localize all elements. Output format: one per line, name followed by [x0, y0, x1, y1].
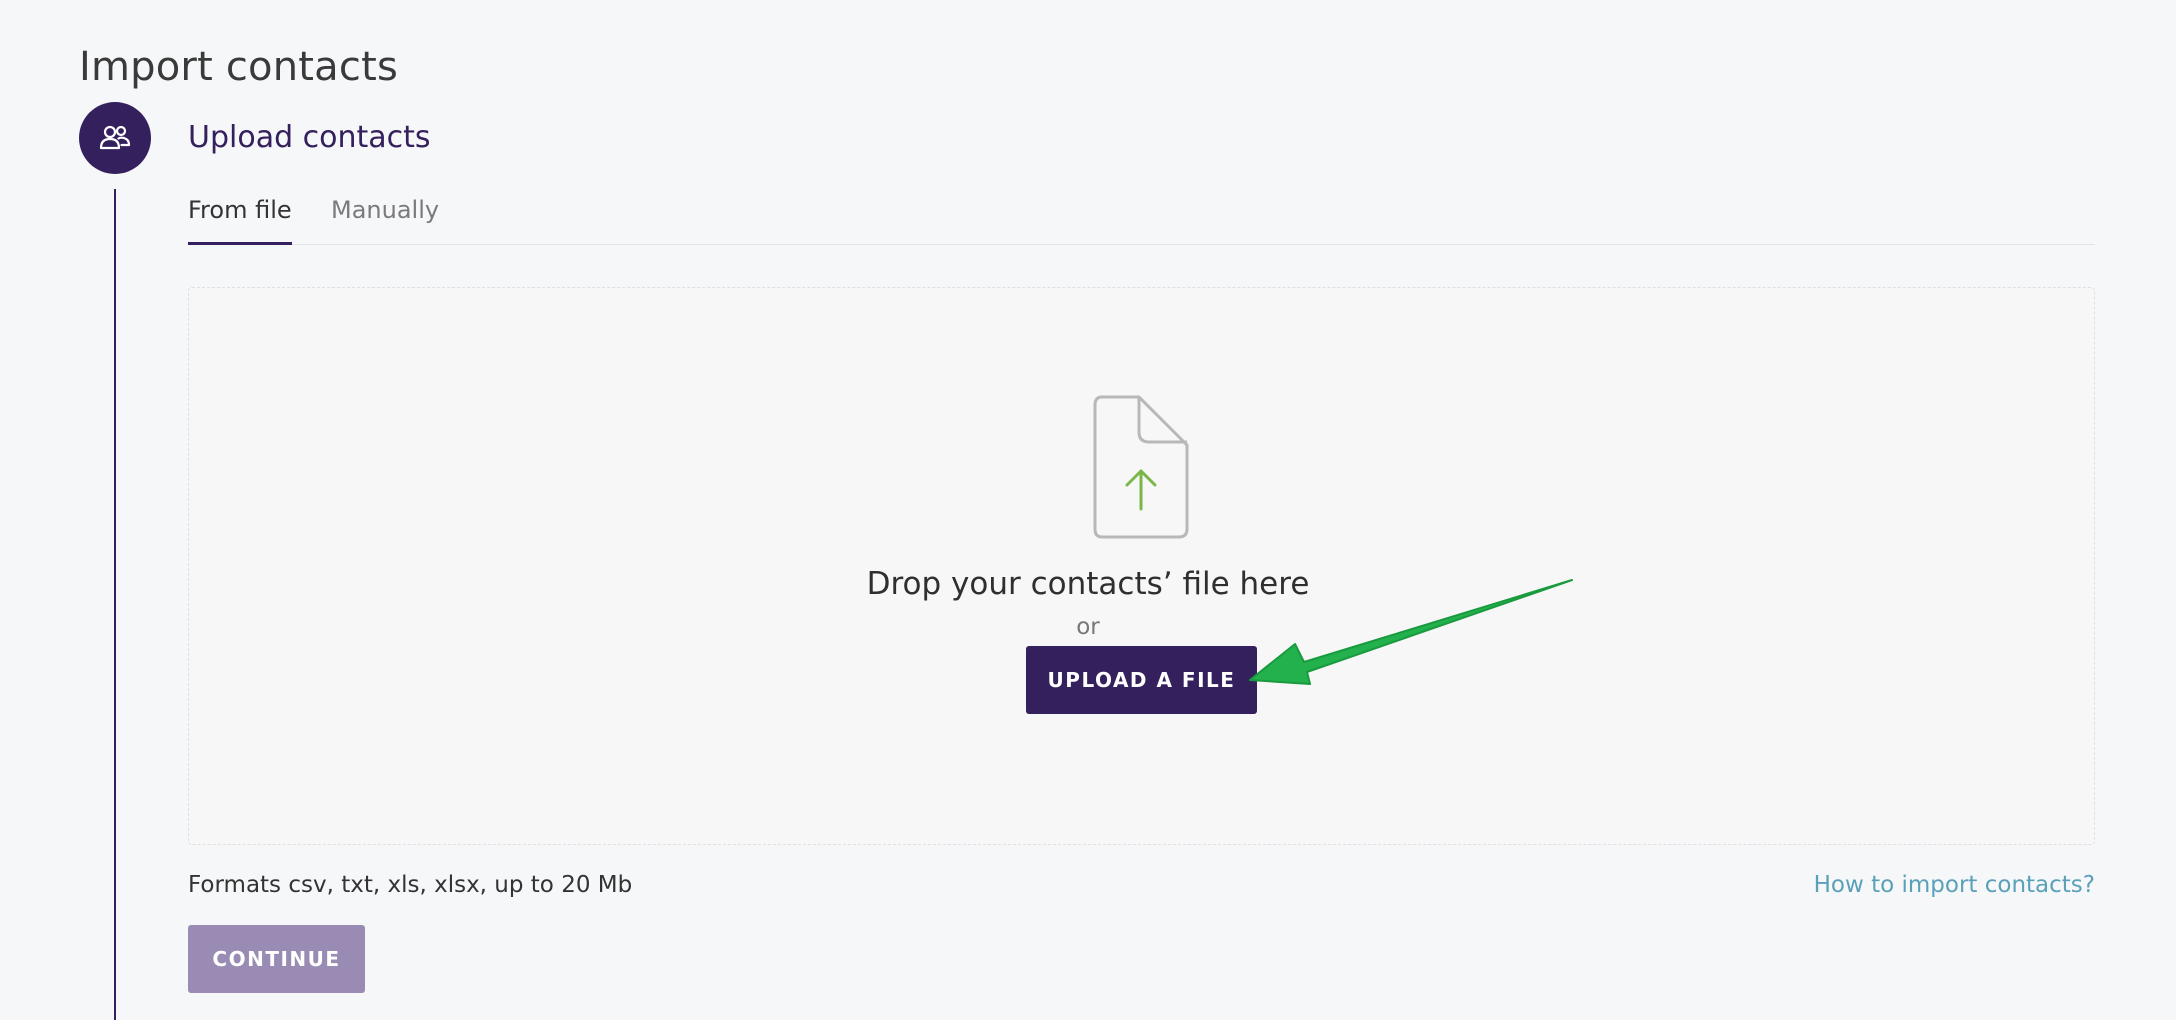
- step-title: Upload contacts: [188, 120, 431, 155]
- drop-instruction: Drop your contacts’ file here: [866, 566, 1310, 602]
- step-indicator: [79, 102, 151, 174]
- how-to-import-link[interactable]: How to import contacts?: [1814, 872, 2095, 898]
- page-title: Import contacts: [79, 44, 398, 90]
- tab-from-file[interactable]: From file: [188, 196, 292, 245]
- import-tabs: From file Manually: [188, 196, 2095, 245]
- contacts-people-icon: [99, 125, 131, 150]
- supported-formats: Formats csv, txt, xls, xlsx, up to 20 Mb: [188, 872, 633, 898]
- file-upload-icon: [1093, 395, 1189, 539]
- upload-file-button[interactable]: UPLOAD A FILE: [1026, 646, 1257, 714]
- or-separator: or: [1076, 614, 1100, 640]
- tab-manually[interactable]: Manually: [331, 196, 439, 243]
- continue-button[interactable]: CONTINUE: [188, 925, 365, 993]
- step-connector-line: [114, 189, 116, 1020]
